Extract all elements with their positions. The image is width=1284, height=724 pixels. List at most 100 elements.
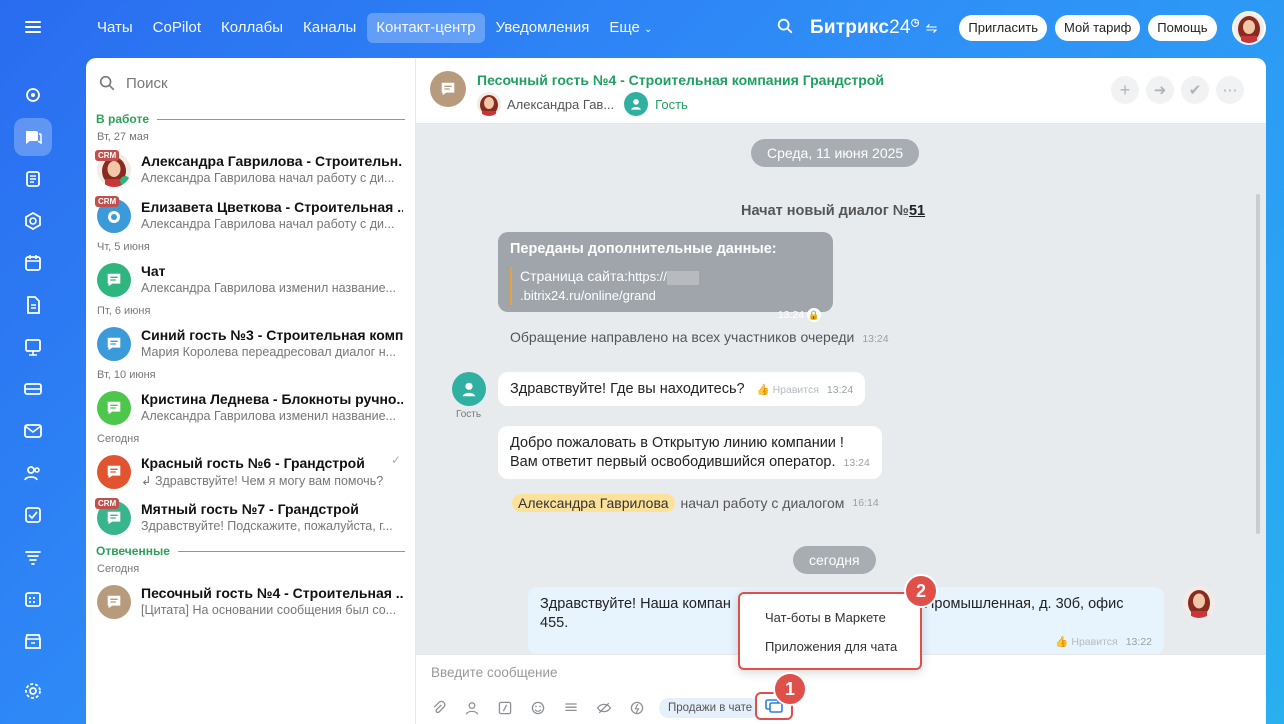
sales-in-chat-button[interactable]: Продажи в чате [659,698,762,718]
chat-title[interactable]: Песочный гость №4 - Строительная компани… [477,72,884,88]
list-item-title: Красный гость №6 - Грандстрой [141,455,365,471]
step-badge-2: 2 [904,574,938,608]
list-item-title: Мятный гость №7 - Грандстрой [141,501,359,517]
extra-data-message: Переданы дополнительные данные: Страница… [498,232,833,322]
help-button[interactable]: Помощь [1148,15,1217,41]
scrollbar[interactable] [1256,194,1260,534]
nav-more[interactable]: Еще ⌄ [600,13,661,43]
operator-avatar[interactable] [477,92,501,116]
chat-header: Песочный гость №4 - Строительная компани… [416,58,1266,124]
crm-badge: CRM [95,498,120,509]
list-item-message: ↲ Здравствуйте! Чем я могу вам помочь? [141,473,403,488]
list-item[interactable]: Синий гость №3 - Строительная комп... Ма… [86,321,415,367]
chat-bubble-icon [107,595,121,609]
extra-data-meta: 13:24 🔒 [510,306,821,325]
message-list: Среда, 11 июня 2025 Начат новый диалог №… [416,124,1266,655]
like-button[interactable]: 👍 Нравится [1055,636,1117,648]
operator-mention[interactable]: Александра Гаврилова [512,494,675,512]
chat-avatar[interactable] [430,71,466,107]
message-input[interactable]: Введите сообщение [431,665,558,680]
copilot-icon[interactable] [14,76,52,114]
step-badge-1: 1 [773,672,807,706]
booking-icon[interactable] [14,580,52,618]
guest-name[interactable]: Гость [655,97,688,112]
new-dialog-text: Начат новый диалог № [741,203,909,219]
list-item[interactable]: Чат Александра Гаврилова изменил названи… [86,257,415,303]
search-icon [99,75,115,91]
extra-data-url-start[interactable]: https:// [628,269,667,284]
list-item[interactable]: CRM Александра Гаврилова - Строительн...… [86,147,415,193]
message-meta: 👍 Нравится 13:22 [1043,632,1152,652]
invite-button[interactable]: Пригласить [959,15,1047,41]
store-icon[interactable] [14,622,52,660]
brand-name: Битрикс [810,17,890,38]
nav-channels[interactable]: Каналы [294,13,365,43]
system-new-dialog: Начат новый диалог №51 [741,203,925,219]
feed-icon[interactable] [14,160,52,198]
operator-message-avatar[interactable] [1183,586,1215,618]
menu-icon[interactable] [14,8,52,46]
emoji-icon[interactable] [527,697,549,719]
menu-item-chat-apps[interactable]: Приложения для чата [740,632,920,661]
avatar [97,455,131,489]
guest-avatar[interactable] [624,92,649,116]
date-divider: Среда, 11 июня 2025 [751,139,920,167]
nav-notifications[interactable]: Уведомления [487,13,599,43]
guest-message-avatar[interactable] [452,372,486,406]
chat-list-panel: Поиск В работе Вт, 27 мая CRM Александра… [86,58,416,724]
list-item[interactable]: Песочный гость №4 - Строительная ... [Ци… [86,579,415,625]
chat-actions: + ➜ ✔ ⋯ [1104,76,1244,104]
sliders-icon[interactable]: ⇋ [926,20,938,37]
check-circle-icon: ✔ [1188,82,1202,99]
date-divider: сегодня [793,546,876,574]
nav-collabs[interactable]: Коллабы [212,13,292,43]
collab-icon[interactable] [14,202,52,240]
more-button[interactable]: ⋯ [1216,76,1244,104]
funnel-icon[interactable] [14,538,52,576]
document-icon[interactable] [14,286,52,324]
date-separator: Чт, 5 июня [97,241,150,253]
search-box[interactable]: Поиск [86,58,415,108]
section-answered: Отвеченные [86,541,415,561]
contacts-icon[interactable] [14,454,52,492]
finish-button[interactable]: ✔ [1181,76,1209,104]
drive-icon[interactable] [14,370,52,408]
brand-logo[interactable]: Битрикс24◷ [810,17,920,39]
nav-chats[interactable]: Чаты [88,13,142,43]
add-user-button[interactable]: + [1111,76,1139,104]
list-item-title: Синий гость №3 - Строительная комп... [141,327,403,343]
menu-item-chatbots-market[interactable]: Чат-боты в Маркете [740,603,920,632]
board-icon[interactable] [14,328,52,366]
list-item-message: Александра Гаврилова изменил название... [141,281,396,295]
composer-toolbar: Продажи в чате [428,697,769,719]
list-item-title: Кристина Леднева - Блокноты ручно... [141,391,403,407]
hidden-message-icon[interactable] [593,697,615,719]
list-item[interactable]: CRM Елизавета Цветкова - Строительная ..… [86,193,415,239]
quick-answer-icon[interactable] [626,697,648,719]
clock-icon: ◷ [910,17,920,29]
list-item[interactable]: CRM Мятный гость №7 - Грандстрой Здравст… [86,495,415,541]
dialog-number-link[interactable]: 51 [909,203,925,219]
mail-icon[interactable] [14,412,52,450]
forward-button[interactable]: ➜ [1146,76,1174,104]
calendar-icon[interactable] [14,244,52,282]
list-item[interactable]: Кристина Леднева - Блокноты ручно... Але… [86,385,415,431]
tasks-icon[interactable] [14,496,52,534]
like-button[interactable]: 👍 Нравится [757,384,819,396]
top-navigation: Чаты CoPilot Коллабы Каналы Контакт-цент… [88,12,663,44]
chat-icon[interactable] [14,118,52,156]
attach-icon[interactable] [428,697,450,719]
operator-name[interactable]: Александра Гав... [507,97,614,112]
extra-data-url-end[interactable]: .bitrix24.ru/online/grand [520,288,656,303]
nav-contact-center[interactable]: Контакт-центр [367,13,485,43]
user-avatar[interactable] [1232,11,1266,45]
search-icon[interactable] [776,17,794,40]
templates-icon[interactable] [560,697,582,719]
list-item[interactable]: Красный гость №6 - Грандстрой ↲ Здравств… [86,449,415,495]
tariff-button[interactable]: Мой тариф [1054,15,1141,41]
chat-bubble-icon [107,337,121,351]
nav-copilot[interactable]: CoPilot [144,13,210,43]
user-mention-icon[interactable] [461,697,483,719]
slash-command-icon[interactable] [494,697,516,719]
settings-gear-icon[interactable] [14,672,52,710]
